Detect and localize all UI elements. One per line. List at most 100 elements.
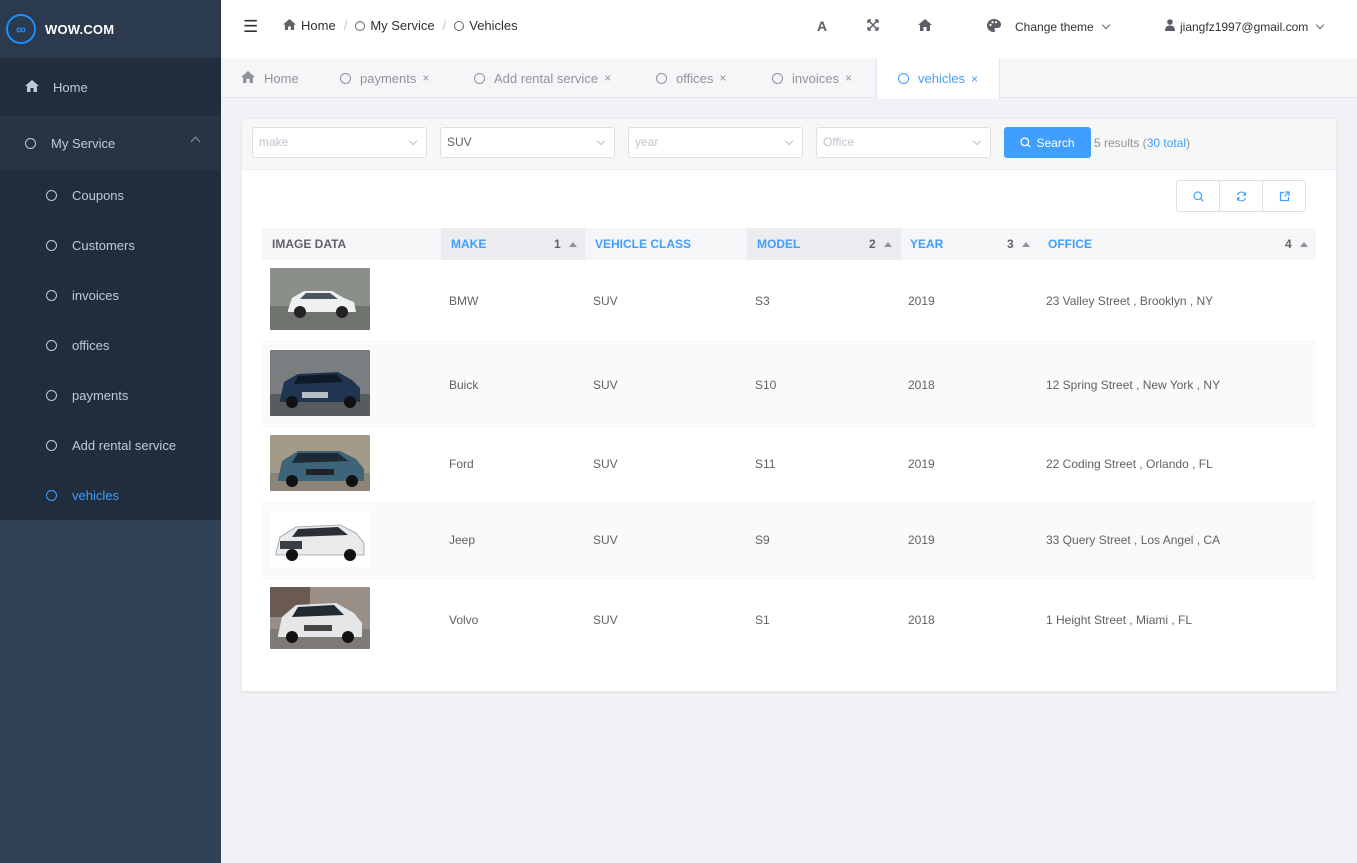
office-select[interactable]: Office <box>816 127 991 158</box>
search-icon <box>1192 190 1204 202</box>
close-icon[interactable]: × <box>719 71 726 85</box>
logo[interactable]: ∞ WOW.COM <box>0 0 221 58</box>
tag-vehicles[interactable]: vehicles × <box>876 58 1000 99</box>
col-office[interactable]: OFFICE 4 <box>1048 228 1312 260</box>
cell-make: Ford <box>449 457 474 471</box>
circle-icon <box>46 339 57 351</box>
col-model[interactable]: MODEL 2 <box>747 228 901 260</box>
sidebar-item-payments[interactable]: payments <box>0 370 221 420</box>
cell-office: 33 Query Street , Los Angel , CA <box>1046 533 1221 547</box>
table-row[interactable]: BMW SUV S3 2019 23 Valley Street , Brook… <box>262 260 1316 342</box>
circle-icon <box>656 72 667 84</box>
refresh-icon <box>1236 191 1247 202</box>
cell-year: 2019 <box>908 457 935 471</box>
search-toggle-button[interactable] <box>1177 181 1220 211</box>
circle-icon <box>46 389 57 401</box>
sidebar-item-vehicles[interactable]: vehicles <box>0 470 221 520</box>
cell-make: BMW <box>449 294 479 308</box>
tag-invoices[interactable]: invoices × <box>772 58 852 98</box>
close-icon[interactable]: × <box>422 71 429 85</box>
cell-model: S1 <box>755 613 770 627</box>
palette-icon <box>987 19 1001 35</box>
refresh-button[interactable] <box>1220 181 1263 211</box>
col-vehicle-class[interactable]: VEHICLE CLASS <box>595 228 691 260</box>
breadcrumb-my-service[interactable]: My Service <box>370 18 434 33</box>
chevron-down-icon <box>784 136 794 146</box>
chevron-down-icon <box>408 136 418 146</box>
vehicle-class-select[interactable]: SUV <box>440 127 615 158</box>
sidebar-item-label: Customers <box>72 237 135 253</box>
vehicle-image <box>270 268 370 330</box>
tag-home[interactable]: Home <box>241 58 299 98</box>
circle-icon <box>772 72 783 84</box>
cell-year: 2019 <box>908 294 935 308</box>
cell-model: S3 <box>755 294 770 308</box>
sidebar-item-customers[interactable]: Customers <box>0 220 221 270</box>
col-year[interactable]: YEAR 3 <box>910 228 1038 260</box>
circle-icon <box>355 20 366 31</box>
vehicles-table: IMAGE DATA MAKE 1 VEHICLE CLASS MODEL 2 … <box>262 228 1316 661</box>
cell-year: 2019 <box>908 533 935 547</box>
user-email: jiangfz1997@gmail.com <box>1180 19 1309 34</box>
tag-label: vehicles <box>918 71 965 86</box>
change-theme-label: Change theme <box>1015 20 1094 34</box>
sidebar-item-offices[interactable]: offices <box>0 320 221 370</box>
circle-icon <box>46 189 57 201</box>
sort-ascending-icon <box>1300 242 1308 247</box>
home-icon <box>241 70 255 86</box>
close-icon[interactable]: × <box>971 72 978 86</box>
tag-label: offices <box>676 70 714 86</box>
table-row[interactable]: Ford SUV S11 2019 22 Coding Street , Orl… <box>262 427 1316 503</box>
col-make[interactable]: MAKE 1 <box>441 228 585 260</box>
breadcrumb-home[interactable]: Home <box>301 18 336 33</box>
navbar: ☰ Home / My Service / Vehicles A Change … <box>221 0 1357 58</box>
close-icon[interactable]: × <box>845 71 852 85</box>
close-icon[interactable]: × <box>604 71 611 85</box>
circle-icon <box>454 20 465 31</box>
breadcrumb-vehicles: Vehicles <box>469 18 518 33</box>
circle-icon <box>474 72 485 84</box>
make-select[interactable]: make <box>252 127 427 158</box>
sidebar-group-my-service[interactable]: My Service <box>0 116 221 170</box>
results-count: 5 results (30 total) <box>1094 136 1190 150</box>
results-prefix: 5 results ( <box>1094 136 1147 150</box>
table-row[interactable]: Jeep SUV S9 2019 33 Query Street , Los A… <box>262 503 1316 579</box>
circle-icon <box>340 72 351 84</box>
home-icon <box>25 79 39 95</box>
sidebar-item-home[interactable]: Home <box>0 58 221 116</box>
fullscreen-icon[interactable] <box>867 18 879 34</box>
tag-add-rental-service[interactable]: Add rental service × <box>474 58 611 98</box>
sidebar-item-label: Add rental service <box>72 437 177 453</box>
col-image-data: IMAGE DATA <box>272 237 347 251</box>
col-office-label: OFFICE <box>1048 237 1092 251</box>
export-button[interactable] <box>1263 181 1305 211</box>
results-suffix: ) <box>1186 136 1191 150</box>
tag-offices[interactable]: offices × <box>656 58 726 98</box>
sidebar-item-coupons[interactable]: Coupons <box>0 170 221 220</box>
home-icon[interactable] <box>918 18 932 34</box>
chevron-down-icon <box>1101 20 1110 30</box>
sort-ascending-icon <box>569 242 577 247</box>
table-row[interactable]: Buick SUV S10 2018 12 Spring Street , Ne… <box>262 342 1316 427</box>
home-icon <box>283 18 296 33</box>
hamburger-menu-icon[interactable]: ☰ <box>243 17 258 37</box>
table-header: IMAGE DATA MAKE 1 VEHICLE CLASS MODEL 2 … <box>262 228 1316 260</box>
change-theme-dropdown[interactable]: Change theme <box>987 19 1110 35</box>
sort-order-badge: 3 <box>1007 237 1014 251</box>
search-button[interactable]: Search <box>1004 127 1091 158</box>
sidebar-item-add-rental-service[interactable]: Add rental service <box>0 420 221 470</box>
vehicle-class-value: SUV <box>447 135 472 149</box>
tag-payments[interactable]: payments × <box>340 58 429 98</box>
sidebar-item-label: Home <box>53 79 88 95</box>
circle-icon <box>46 439 57 451</box>
year-select[interactable]: year <box>628 127 803 158</box>
user-dropdown[interactable]: jiangfz1997@gmail.com <box>1165 19 1325 34</box>
chevron-down-icon <box>596 136 606 146</box>
submenu: Coupons Customers invoices offices payme… <box>0 170 221 520</box>
circle-icon <box>46 239 57 251</box>
tags-view: Home payments × Add rental service × off… <box>221 58 1357 99</box>
table-row[interactable]: Volvo SUV S1 2018 1 Height Street , Miam… <box>262 579 1316 661</box>
sidebar-item-invoices[interactable]: invoices <box>0 270 221 320</box>
col-make-label: MAKE <box>451 237 487 251</box>
font-size-icon[interactable]: A <box>817 18 827 34</box>
